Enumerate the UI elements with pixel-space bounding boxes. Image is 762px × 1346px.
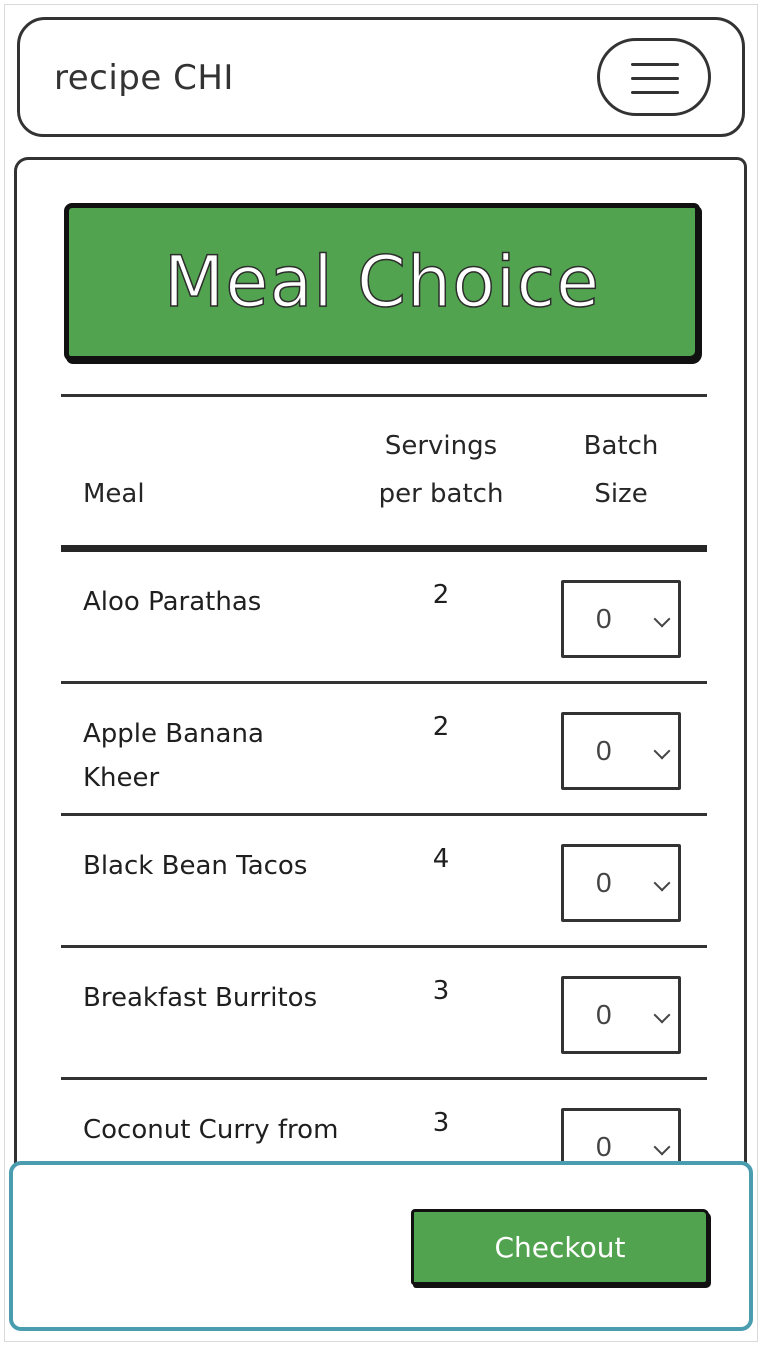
meal-name: Black Bean Tacos — [83, 851, 308, 881]
meal-name: Breakfast Burritos — [83, 983, 318, 1013]
servings-value: 2 — [432, 580, 450, 610]
column-header-batch-size: Batch Size — [583, 431, 659, 509]
batch-size-value: 0 — [596, 735, 612, 766]
table-row: Breakfast Burritos 3 0 — [61, 948, 707, 1080]
servings-value: 2 — [432, 712, 450, 742]
table-header-rule — [61, 545, 707, 552]
app-title: recipe CHI — [54, 58, 234, 98]
batch-size-select[interactable]: 0 — [561, 580, 681, 658]
table-row: Black Bean Tacos 4 0 — [61, 816, 707, 948]
batch-size-select[interactable]: 0 — [561, 712, 681, 790]
batch-size-select[interactable]: 0 — [561, 1108, 681, 1163]
table-row: Aloo Parathas 2 0 — [61, 552, 707, 684]
table-header: Meal Servings per batch Batch Size — [61, 397, 707, 545]
app-header: recipe CHI — [17, 17, 745, 137]
table-body: Aloo Parathas 2 0 Apple Banana Kheer 2 0 — [61, 552, 707, 1163]
table-row: Apple Banana Kheer 2 0 — [61, 684, 707, 816]
chevron-down-icon — [653, 1006, 671, 1024]
column-header-meal: Meal — [83, 479, 145, 509]
batch-size-value: 0 — [596, 1131, 612, 1162]
meal-name: Aloo Parathas — [83, 587, 262, 617]
chevron-down-icon — [653, 610, 671, 628]
servings-value: 4 — [432, 844, 450, 874]
checkout-button[interactable]: Checkout — [411, 1209, 709, 1285]
servings-value: 3 — [432, 976, 450, 1006]
batch-size-select[interactable]: 0 — [561, 844, 681, 922]
batch-size-value: 0 — [596, 603, 612, 634]
batch-size-value: 0 — [596, 999, 612, 1030]
meal-table: Meal Servings per batch Batch Size Aloo … — [61, 394, 707, 1163]
meal-name: Apple Banana Kheer — [83, 719, 264, 793]
batch-size-value: 0 — [596, 867, 612, 898]
checkout-footer: Checkout — [9, 1161, 753, 1331]
page-title: Meal Choice — [163, 240, 601, 324]
chevron-down-icon — [653, 874, 671, 892]
chevron-down-icon — [653, 1138, 671, 1156]
column-header-servings: Servings per batch — [378, 431, 504, 509]
servings-value: 3 — [432, 1108, 450, 1138]
menu-button[interactable] — [597, 38, 711, 116]
meal-name: Coconut Curry from — [83, 1115, 339, 1145]
meal-choice-card: Meal Choice Meal Servings per batch Batc… — [14, 157, 747, 1197]
meal-choice-banner: Meal Choice — [64, 203, 700, 361]
table-row: Coconut Curry from 3 0 — [61, 1080, 707, 1163]
batch-size-select[interactable]: 0 — [561, 976, 681, 1054]
chevron-down-icon — [653, 742, 671, 760]
